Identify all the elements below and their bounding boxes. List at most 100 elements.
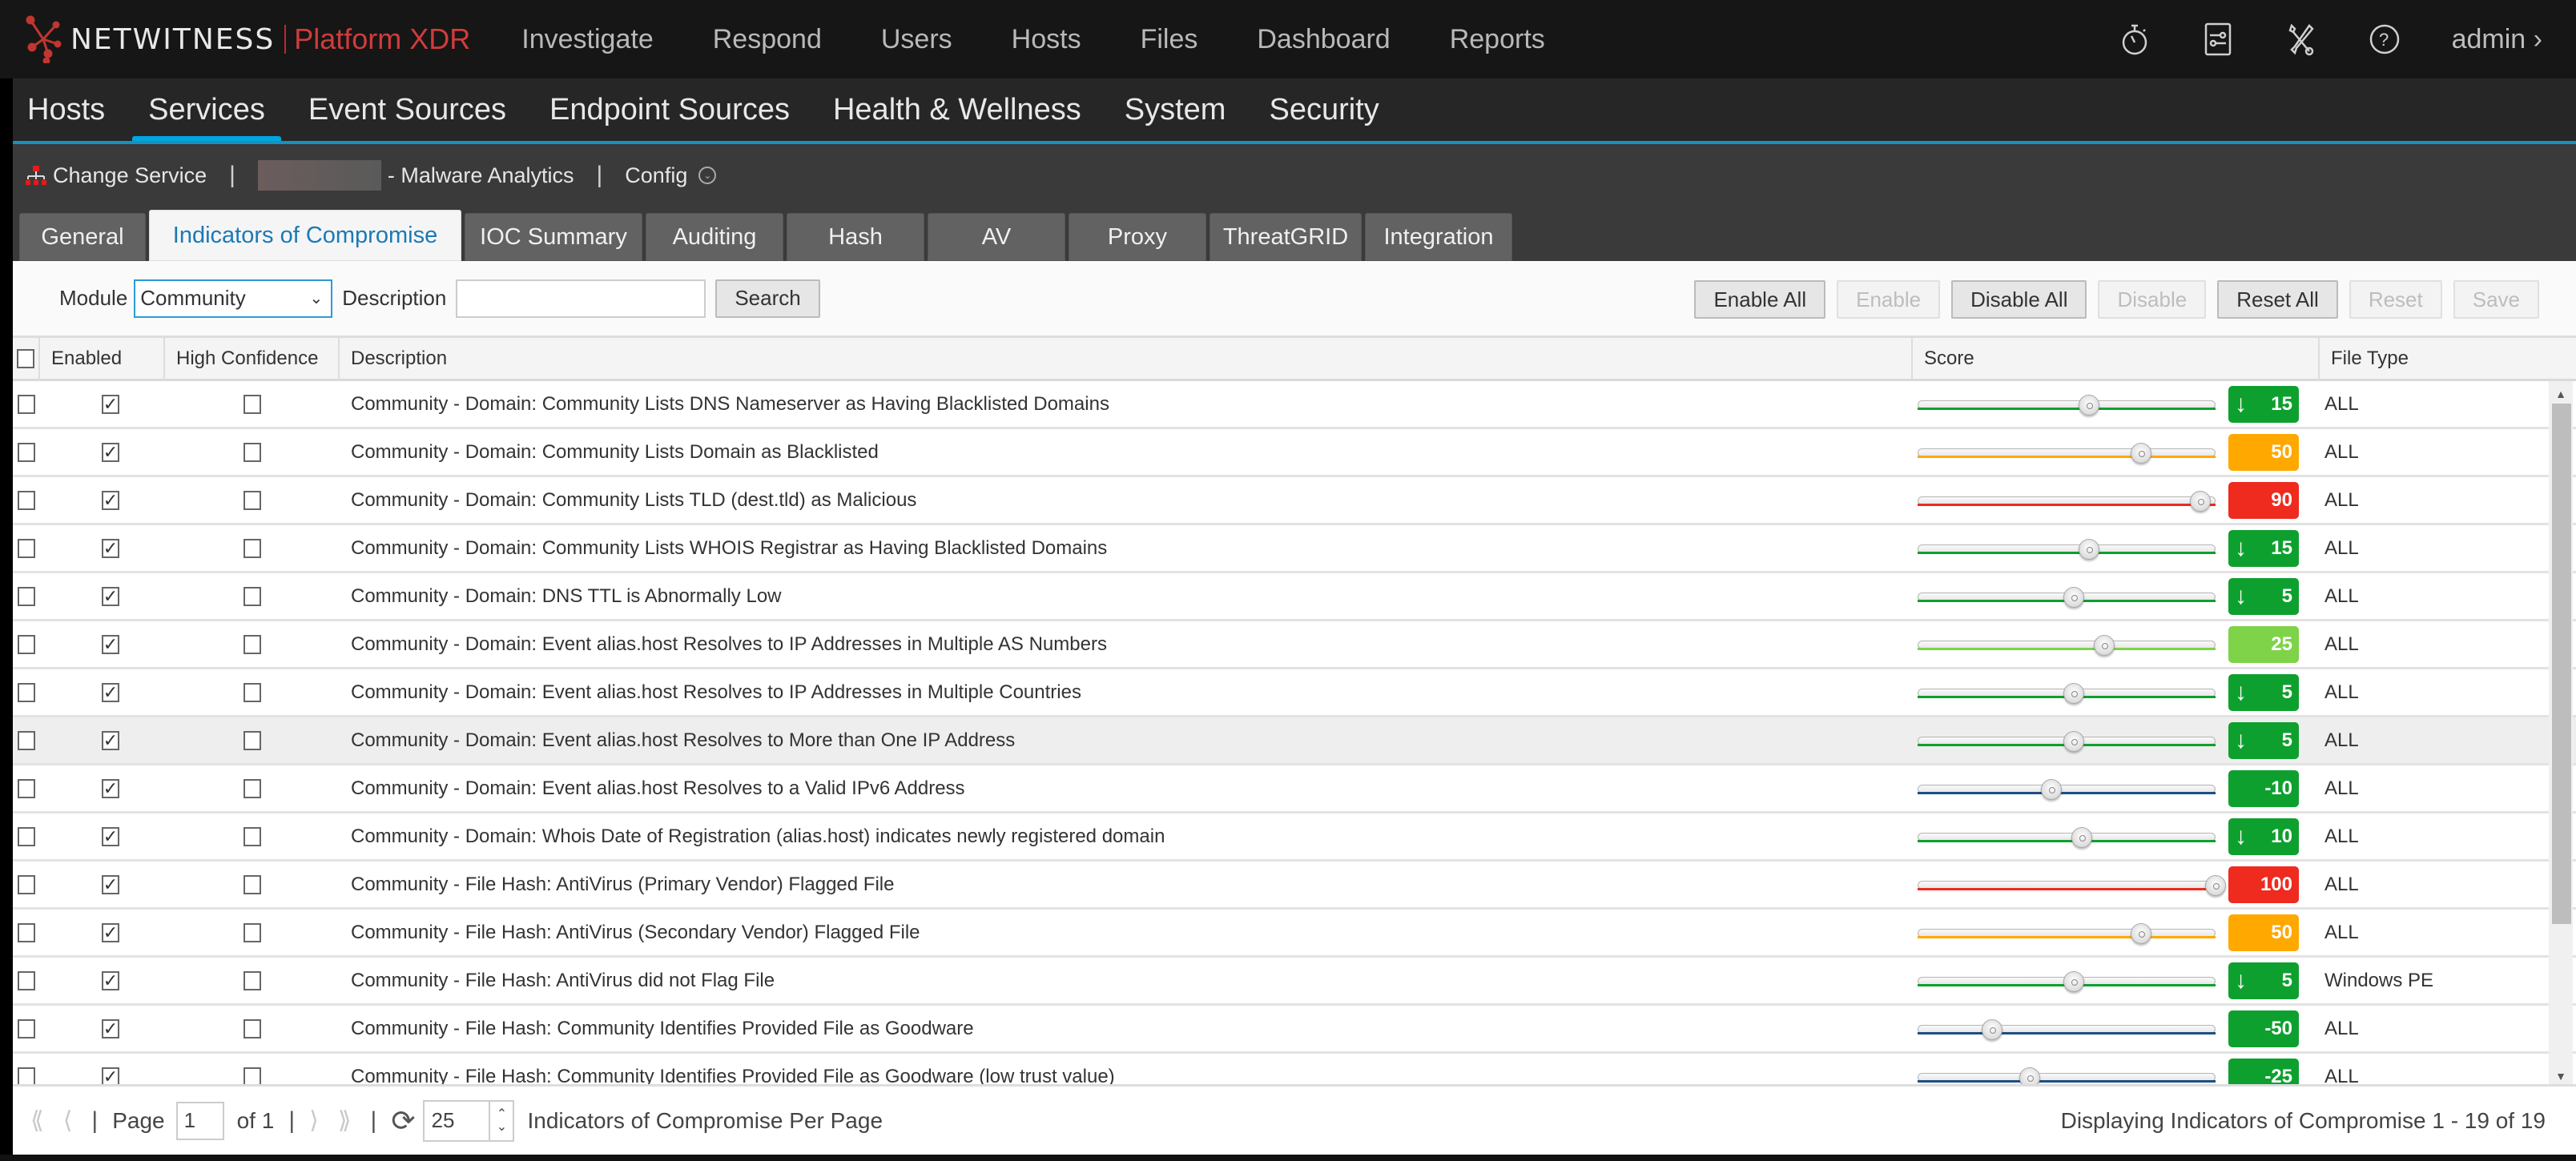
row-select-checkbox[interactable] xyxy=(18,970,35,990)
column-enabled[interactable]: Enabled xyxy=(40,336,165,380)
help-icon[interactable]: ? xyxy=(2369,22,2401,57)
row-select-checkbox[interactable] xyxy=(18,730,35,750)
admin-tab-system[interactable]: System xyxy=(1125,78,1226,141)
table-row[interactable]: ✓ Community - Domain: Whois Date of Regis… xyxy=(13,814,2576,862)
enabled-checkbox[interactable]: ✓ xyxy=(102,538,119,558)
enabled-checkbox[interactable]: ✓ xyxy=(102,922,119,942)
admin-tab-health-wellness[interactable]: Health & Wellness xyxy=(833,78,1081,141)
tab-proxy[interactable]: Proxy xyxy=(1069,213,1206,261)
slider-thumb[interactable] xyxy=(2131,442,2151,464)
table-row[interactable]: ✓ Community - Domain: Event alias.host Re… xyxy=(13,621,2576,669)
enabled-checkbox[interactable]: ✓ xyxy=(102,970,119,990)
reset-all-button[interactable]: Reset All xyxy=(2217,280,2338,319)
score-slider[interactable] xyxy=(1918,488,2216,512)
score-slider[interactable] xyxy=(1918,777,2216,801)
module-select[interactable]: Community ⌄ xyxy=(134,279,333,318)
row-select-checkbox[interactable] xyxy=(18,922,35,942)
row-select-checkbox[interactable] xyxy=(18,394,35,414)
high-confidence-checkbox[interactable] xyxy=(244,1067,261,1087)
slider-thumb[interactable] xyxy=(2131,922,2151,944)
slider-thumb[interactable] xyxy=(2190,490,2212,512)
user-menu[interactable]: admin › xyxy=(2452,24,2542,55)
enabled-checkbox[interactable]: ✓ xyxy=(102,634,119,654)
row-select-checkbox[interactable] xyxy=(18,1018,35,1038)
slider-thumb[interactable] xyxy=(2063,730,2085,752)
next-page-icon[interactable]: ⟩ xyxy=(309,1107,319,1135)
row-select-checkbox[interactable] xyxy=(18,1067,35,1087)
config-dropdown[interactable]: Config ⌄ xyxy=(625,163,717,188)
score-slider[interactable] xyxy=(1918,825,2216,849)
high-confidence-checkbox[interactable] xyxy=(244,922,261,942)
table-row[interactable]: ✓ Community - Domain: Event alias.host Re… xyxy=(13,765,2576,814)
score-slider[interactable] xyxy=(1918,1017,2216,1041)
enabled-checkbox[interactable]: ✓ xyxy=(102,682,119,702)
enabled-checkbox[interactable]: ✓ xyxy=(102,394,119,414)
table-row[interactable]: ✓ Community - Domain: Community Lists DNS… xyxy=(13,381,2576,429)
column-score[interactable]: Score xyxy=(1913,336,2320,380)
tab-general[interactable]: General xyxy=(19,213,146,261)
scroll-down-arrow-icon[interactable]: ▼ xyxy=(2549,1067,2573,1086)
reset-button[interactable]: Reset xyxy=(2349,280,2442,319)
high-confidence-checkbox[interactable] xyxy=(244,874,261,894)
slider-thumb[interactable] xyxy=(2063,682,2085,704)
table-row[interactable]: ✓ Community - File Hash: AntiVirus (Prima… xyxy=(13,862,2576,910)
table-row[interactable]: ✓ Community - File Hash: AntiVirus (Secon… xyxy=(13,910,2576,958)
row-select-checkbox[interactable] xyxy=(18,490,35,510)
high-confidence-checkbox[interactable] xyxy=(244,778,261,798)
save-button[interactable]: Save xyxy=(2453,280,2539,319)
slider-thumb[interactable] xyxy=(2071,826,2092,848)
high-confidence-checkbox[interactable] xyxy=(244,490,261,510)
score-slider[interactable] xyxy=(1918,392,2216,416)
disable-all-button[interactable]: Disable All xyxy=(1951,280,2087,319)
high-confidence-checkbox[interactable] xyxy=(244,538,261,558)
slider-thumb[interactable] xyxy=(2205,874,2226,896)
vertical-scrollbar[interactable]: ▲ ▼ xyxy=(2549,381,2573,1089)
row-select-checkbox[interactable] xyxy=(18,634,35,654)
nav-hosts[interactable]: Hosts xyxy=(1012,24,1081,55)
row-select-checkbox[interactable] xyxy=(18,586,35,606)
enabled-checkbox[interactable]: ✓ xyxy=(102,1067,119,1087)
slider-thumb[interactable] xyxy=(2041,778,2063,800)
score-slider[interactable] xyxy=(1918,921,2216,945)
enabled-checkbox[interactable]: ✓ xyxy=(102,586,119,606)
table-row[interactable]: ✓ Community - Domain: Community Lists WHO… xyxy=(13,525,2576,573)
nav-users[interactable]: Users xyxy=(881,24,952,55)
slider-thumb[interactable] xyxy=(2093,634,2115,656)
score-slider[interactable] xyxy=(1918,585,2216,609)
preferences-icon[interactable] xyxy=(2202,22,2234,57)
slider-thumb[interactable] xyxy=(2063,970,2085,992)
score-slider[interactable] xyxy=(1918,681,2216,705)
first-page-icon[interactable]: ⟪ xyxy=(30,1107,44,1135)
table-row[interactable]: ✓ Community - File Hash: AntiVirus did no… xyxy=(13,958,2576,1006)
column-high-confidence[interactable]: High Confidence xyxy=(165,336,340,380)
nav-files[interactable]: Files xyxy=(1141,24,1198,55)
tab-auditing[interactable]: Auditing xyxy=(646,213,783,261)
tab-ioc-summary[interactable]: IOC Summary xyxy=(465,213,642,261)
table-row[interactable]: ✓ Community - Domain: DNS TTL is Abnormal… xyxy=(13,573,2576,621)
enabled-checkbox[interactable]: ✓ xyxy=(102,778,119,798)
nav-reports[interactable]: Reports xyxy=(1450,24,1545,55)
nav-investigate[interactable]: Investigate xyxy=(521,24,653,55)
enable-all-button[interactable]: Enable All xyxy=(1694,280,1826,319)
slider-thumb[interactable] xyxy=(2063,586,2085,608)
row-select-checkbox[interactable] xyxy=(18,682,35,702)
slider-thumb[interactable] xyxy=(1982,1018,2002,1040)
high-confidence-checkbox[interactable] xyxy=(244,394,261,414)
slider-thumb[interactable] xyxy=(2078,538,2099,560)
scroll-up-arrow-icon[interactable]: ▲ xyxy=(2549,384,2573,404)
high-confidence-checkbox[interactable] xyxy=(244,730,261,750)
high-confidence-checkbox[interactable] xyxy=(244,634,261,654)
tools-icon[interactable] xyxy=(2285,22,2317,57)
tab-indicators-of-compromise[interactable]: Indicators of Compromise xyxy=(149,210,461,261)
admin-tab-services[interactable]: Services xyxy=(132,78,281,144)
page-size-stepper[interactable]: 25 ⌃ ⌄ xyxy=(423,1099,515,1142)
enabled-checkbox[interactable]: ✓ xyxy=(102,442,119,462)
score-slider[interactable] xyxy=(1918,729,2216,753)
admin-tab-endpoint-sources[interactable]: Endpoint Sources xyxy=(549,78,790,141)
tab-threatgrid[interactable]: ThreatGRID xyxy=(1210,213,1362,261)
column-file-type[interactable]: File Type xyxy=(2320,337,2576,380)
logo[interactable]: NETWITNESS Platform XDR xyxy=(24,15,470,63)
table-row[interactable]: ✓ Community - Domain: Event alias.host Re… xyxy=(13,669,2576,717)
page-number-input[interactable]: 1 xyxy=(175,1101,224,1140)
high-confidence-checkbox[interactable] xyxy=(244,586,261,606)
